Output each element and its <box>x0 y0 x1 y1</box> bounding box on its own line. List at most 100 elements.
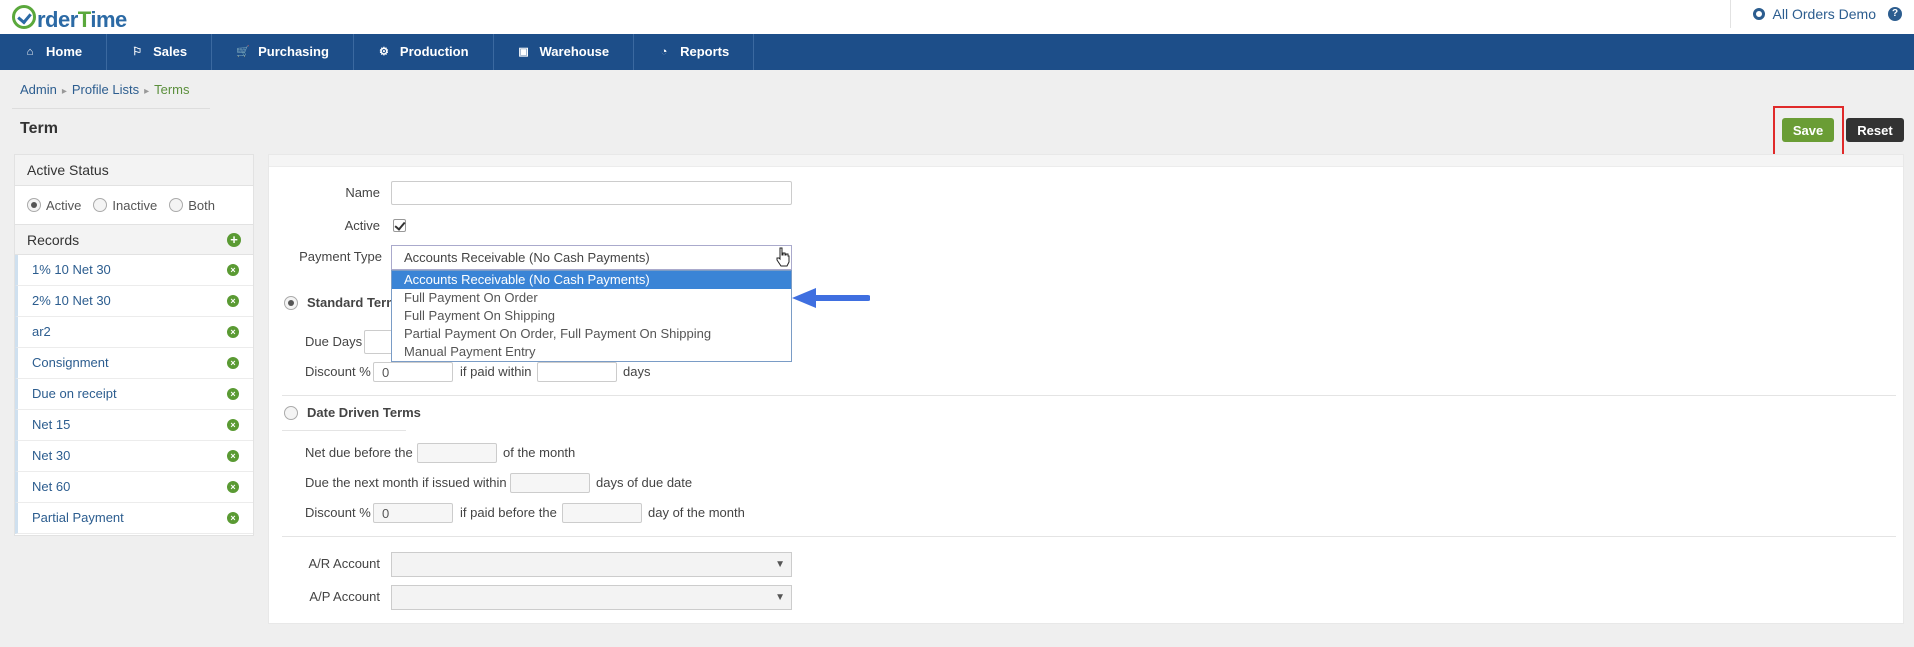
list-item[interactable]: ar2 × <box>15 317 253 348</box>
radio-icon <box>169 198 184 212</box>
remove-record-icon[interactable]: × <box>227 264 239 276</box>
nav-purchasing[interactable]: 🛒 Purchasing <box>212 34 354 70</box>
gears-icon: ⚙ <box>378 46 389 58</box>
standard-terms-radio[interactable]: Standard Term <box>284 295 398 310</box>
discount2-label: Discount % <box>305 505 371 520</box>
list-item[interactable]: 2% 10 Net 30 × <box>15 286 253 317</box>
ap-account-label: A/P Account <box>309 589 380 604</box>
payment-type-label: Payment Type <box>299 249 382 264</box>
radio-icon <box>93 198 108 212</box>
list-item[interactable]: Consignment × <box>15 348 253 379</box>
records-header: Records + <box>15 224 253 255</box>
record-label: 2% 10 Net 30 <box>32 293 111 308</box>
reset-button[interactable]: Reset <box>1846 118 1904 142</box>
top-bar: rderTime All Orders Demo ? <box>0 0 1914 34</box>
breadcrumb-profile-lists[interactable]: Profile Lists <box>72 82 139 97</box>
net-due-before-input[interactable] <box>417 443 497 463</box>
paid-before-day-input[interactable] <box>562 503 642 523</box>
status-active-radio[interactable]: Active <box>27 198 81 213</box>
payment-option[interactable]: Manual Payment Entry <box>392 343 791 361</box>
remove-record-icon[interactable]: × <box>227 357 239 369</box>
annotation-arrow-icon <box>792 288 870 308</box>
record-label: Net 30 <box>32 448 71 463</box>
ap-account-select[interactable]: ▼ <box>391 585 792 610</box>
status-both-radio[interactable]: Both <box>169 198 215 213</box>
payment-type-dropdown: Accounts Receivable (No Cash Payments) F… <box>391 270 792 362</box>
due-next-month-label: Due the next month if issued within <box>305 475 507 490</box>
payment-type-select[interactable]: Accounts Receivable (No Cash Payments) <box>391 245 792 270</box>
nav-reports[interactable]: ◔ Reports <box>634 34 755 70</box>
of-the-month-label: of the month <box>503 445 576 460</box>
breadcrumb-divider <box>12 108 210 109</box>
nav-production[interactable]: ⚙ Production <box>354 34 494 70</box>
list-item[interactable]: Net 30 × <box>15 441 253 472</box>
record-label: Net 60 <box>32 479 71 494</box>
home-icon: ⌂ <box>26 46 34 58</box>
ordertime-logo[interactable]: rderTime <box>12 3 127 33</box>
remove-record-icon[interactable]: × <box>227 512 239 524</box>
active-checkbox[interactable] <box>393 219 406 232</box>
list-item[interactable]: Net 60 × <box>15 472 253 503</box>
logo-text-pre: rder <box>37 7 78 32</box>
discount2-input[interactable] <box>373 503 453 523</box>
days-label: days <box>623 364 651 379</box>
tag-icon: ⚐ <box>132 46 143 58</box>
payment-option[interactable]: Accounts Receivable (No Cash Payments) <box>392 271 791 289</box>
status-inactive-radio[interactable]: Inactive <box>93 198 157 213</box>
main-nav: ⌂ Home ⚐ Sales 🛒 Purchasing ⚙ Production ▣ Wareho… <box>0 34 1914 70</box>
radio-icon <box>27 198 41 212</box>
date-driven-terms-radio[interactable]: Date Driven Terms <box>284 405 421 420</box>
breadcrumb-terms: Terms <box>154 82 190 97</box>
due-next-month-input[interactable] <box>510 473 590 493</box>
pie-chart-icon: ◔ <box>660 46 668 58</box>
breadcrumb-admin[interactable]: Admin <box>20 82 57 97</box>
help-icon[interactable]: ? <box>1888 7 1902 21</box>
payment-option[interactable]: Full Payment On Order <box>392 289 791 307</box>
add-record-icon[interactable]: + <box>227 233 241 247</box>
remove-record-icon[interactable]: × <box>227 481 239 493</box>
remove-record-icon[interactable]: × <box>227 388 239 400</box>
list-item[interactable]: Partial Payment × <box>15 503 253 534</box>
remove-record-icon[interactable]: × <box>227 419 239 431</box>
ar-account-select[interactable]: ▼ <box>391 552 792 577</box>
divider <box>282 395 1896 396</box>
name-input[interactable] <box>391 181 792 205</box>
due-days-input[interactable] <box>364 330 394 354</box>
radio-icon <box>284 295 298 310</box>
radio-icon <box>284 405 298 420</box>
if-paid-before-label: if paid before the <box>460 505 557 520</box>
save-button[interactable]: Save <box>1782 118 1834 142</box>
divider <box>282 536 1896 537</box>
active-status-title: Active Status <box>15 155 253 186</box>
nav-label: Purchasing <box>258 44 329 59</box>
remove-record-icon[interactable]: × <box>227 326 239 338</box>
sidebar: Active Status Active Inactive Both Recor… <box>14 154 254 536</box>
record-label: Consignment <box>32 355 109 370</box>
remove-record-icon[interactable]: × <box>227 295 239 307</box>
panel-header-strip <box>269 155 1903 167</box>
net-due-before-label: Net due before the <box>305 445 413 460</box>
ar-account-label: A/R Account <box>308 556 380 571</box>
cart-icon: 🛒 <box>236 46 250 58</box>
account-menu[interactable]: All Orders Demo <box>1729 0 1876 28</box>
nav-label: Reports <box>680 44 730 59</box>
logo-text-post: ime <box>90 7 127 32</box>
nav-home[interactable]: ⌂ Home <box>0 34 108 70</box>
nav-label: Production <box>399 44 469 59</box>
nav-label: Warehouse <box>539 44 610 59</box>
logo-text-t: T <box>77 7 91 32</box>
list-item[interactable]: 1% 10 Net 30 × <box>15 255 253 286</box>
nav-sales[interactable]: ⚐ Sales <box>107 34 213 70</box>
discount-input[interactable] <box>373 362 453 382</box>
nav-warehouse[interactable]: ▣ Warehouse <box>494 34 635 70</box>
payment-option[interactable]: Full Payment On Shipping <box>392 307 791 325</box>
remove-record-icon[interactable]: × <box>227 450 239 462</box>
payment-option[interactable]: Partial Payment On Order, Full Payment O… <box>392 325 791 343</box>
caret-down-icon: ▼ <box>775 592 785 603</box>
active-status-options: Active Inactive Both <box>15 186 253 224</box>
account-name: All Orders Demo <box>1772 6 1876 22</box>
list-item[interactable]: Net 15 × <box>15 410 253 441</box>
list-item[interactable]: Due on receipt × <box>15 379 253 410</box>
nav-label: Home <box>46 44 83 59</box>
paid-within-days-input[interactable] <box>537 362 617 382</box>
